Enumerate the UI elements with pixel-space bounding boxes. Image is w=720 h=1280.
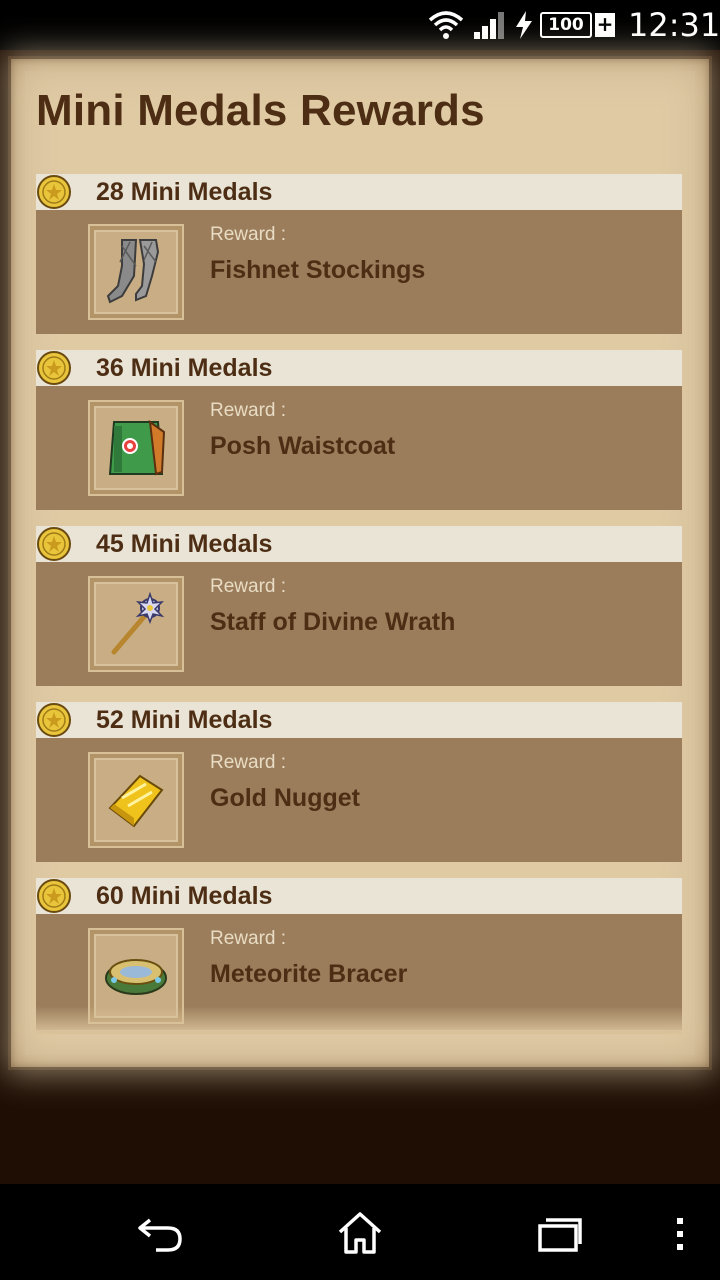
medal-bar: 52 Mini Medals (36, 702, 682, 738)
recents-icon[interactable] (536, 1214, 584, 1254)
reward-name: Fishnet Stockings (210, 256, 426, 284)
back-icon[interactable] (136, 1214, 186, 1254)
bracer-icon (105, 959, 167, 995)
reward-item[interactable]: 36 Mini Medals Reward : Posh Waistcoat (36, 350, 682, 510)
reward-body: Reward : Posh Waistcoat (36, 386, 682, 510)
waistcoat-icon (108, 419, 166, 476)
reward-name: Meteorite Bracer (210, 960, 408, 988)
reward-body: Reward : Staff of Divine Wrath (36, 562, 682, 686)
gold-nugget-icon (108, 774, 164, 828)
reward-body: Reward : Gold Nugget (36, 738, 682, 862)
reward-body: Reward : Fishnet Stockings (36, 210, 682, 334)
reward-name: Posh Waistcoat (210, 432, 396, 460)
medal-count: 60 Mini Medals (96, 882, 273, 910)
navigation-bar (0, 1184, 720, 1280)
item-frame (88, 224, 184, 320)
mini-medal-icon (37, 527, 71, 561)
medal-count: 36 Mini Medals (96, 354, 273, 382)
battery-indicator: 100 (540, 12, 592, 38)
mini-medal-icon (37, 879, 71, 913)
battery-plus: + (595, 12, 615, 37)
reward-caption: Reward : (210, 752, 287, 773)
medal-bar: 36 Mini Medals (36, 350, 682, 386)
status-bar: 100 + 12:31 (0, 0, 720, 50)
menu-icon[interactable] (668, 1214, 692, 1254)
item-frame (88, 752, 184, 848)
charging-bolt-icon (516, 11, 532, 39)
reward-name: Staff of Divine Wrath (210, 608, 456, 636)
home-icon[interactable] (336, 1210, 384, 1256)
medal-count: 28 Mini Medals (96, 178, 273, 206)
item-frame (88, 400, 184, 496)
staff-icon (111, 591, 165, 655)
reward-item[interactable]: 45 Mini Medals Reward : Staff of Divine … (36, 526, 682, 686)
status-time: 12:31 (628, 6, 720, 44)
mini-medal-icon (37, 175, 71, 209)
medal-bar: 60 Mini Medals (36, 878, 682, 914)
medal-count: 45 Mini Medals (96, 530, 273, 558)
medal-count: 52 Mini Medals (96, 706, 273, 734)
wifi-icon (428, 11, 464, 39)
page-title: Mini Medals Rewards (36, 86, 485, 135)
mini-medal-icon (37, 351, 71, 385)
signal-icon (474, 12, 504, 39)
medal-bar: 45 Mini Medals (36, 526, 682, 562)
reward-caption: Reward : (210, 928, 287, 949)
reward-caption: Reward : (210, 576, 287, 597)
reward-item[interactable]: 28 Mini Medals Reward : Fishnet Stocking… (36, 174, 682, 334)
item-frame (88, 576, 184, 672)
mini-medal-icon (37, 703, 71, 737)
list-fade (36, 1006, 682, 1034)
medal-bar: 28 Mini Medals (36, 174, 682, 210)
reward-item[interactable]: 52 Mini Medals Reward : Gold Nugget (36, 702, 682, 862)
reward-caption: Reward : (210, 224, 287, 245)
reward-caption: Reward : (210, 400, 287, 421)
stockings-icon (106, 239, 160, 304)
reward-name: Gold Nugget (210, 784, 360, 812)
reward-list[interactable]: 28 Mini Medals Reward : Fishnet Stocking… (36, 174, 682, 1030)
